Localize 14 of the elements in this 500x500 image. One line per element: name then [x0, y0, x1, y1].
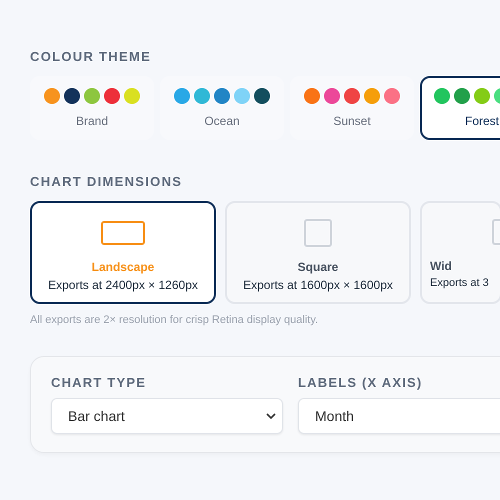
labels-input-field[interactable]: Month: [298, 398, 500, 434]
dimension-option[interactable]: Square Exports at 1600px × 1600px: [225, 201, 411, 304]
field-label: LABELS (X AXIS): [298, 375, 424, 390]
hint-text: All exports are 2× resolution for crisp Retina display quality.: [30, 314, 320, 326]
section-heading: CHART DIMENSIONS: [30, 174, 184, 189]
chevron-down-icon: [266, 413, 276, 419]
dimension-option[interactable]: Landscape Exports at 2400px × 1260px: [30, 201, 216, 304]
chart-type-dropdown[interactable]: Bar chart: [51, 398, 283, 434]
field-label: CHART TYPE: [51, 375, 148, 390]
section-heading: COLOUR THEME: [30, 49, 152, 64]
dimension-option[interactable]: Wid Exports at 3: [420, 201, 500, 304]
square-icon: [304, 219, 332, 247]
rectangle-icon: [101, 221, 145, 245]
theme-option[interactable]: Forest: [420, 76, 500, 140]
